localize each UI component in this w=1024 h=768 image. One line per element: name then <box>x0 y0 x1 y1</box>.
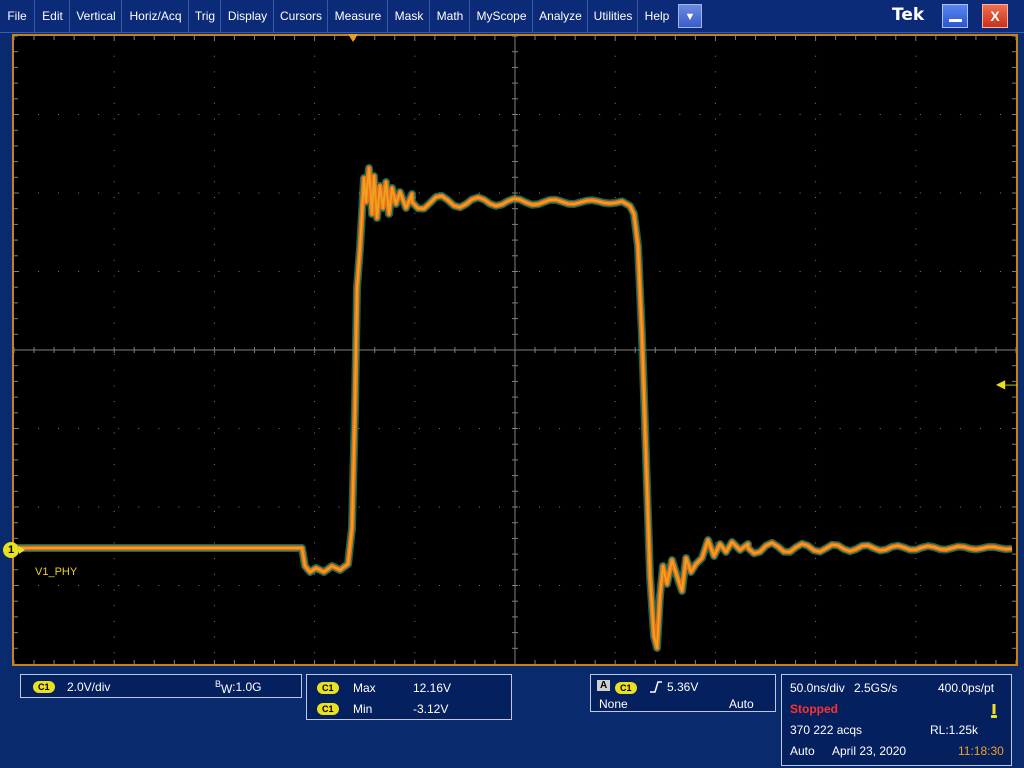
grid <box>14 36 1016 664</box>
menu-edit[interactable]: Edit <box>34 0 70 32</box>
menu-mask[interactable]: Mask <box>387 0 430 32</box>
channel-1-label: V1_PHY <box>35 566 78 578</box>
waveform-display[interactable] <box>12 34 1018 666</box>
menu-utilities[interactable]: Utilities <box>587 0 638 32</box>
menu-math[interactable]: Math <box>429 0 470 32</box>
acquisition-panel[interactable]: 50.0ns/div 2.5GS/s 400.0ps/pt Stopped 37… <box>781 674 1012 766</box>
acquisition-state: Stopped <box>790 702 838 716</box>
menu-cursors[interactable]: Cursors <box>273 0 328 32</box>
chevron-down-icon: ▼ <box>684 11 696 23</box>
menu-file[interactable]: File <box>0 0 34 32</box>
channel-panel[interactable]: C1 2.0V/div BW:1.0G <box>20 674 302 698</box>
rising-edge-icon <box>650 681 662 693</box>
graticule <box>14 36 1016 664</box>
acquisition-count: 370 222 acqs <box>790 723 863 737</box>
timebase: 50.0ns/div <box>790 681 845 695</box>
channel-badge: C1 <box>33 681 55 693</box>
trigger-position-icon[interactable] <box>348 34 358 42</box>
measurement-panel[interactable]: C1 Max 12.16V C1 Min -3.12V <box>306 674 512 720</box>
close-icon: X <box>990 8 1000 24</box>
trigger-mode-auto: Auto <box>790 744 815 758</box>
resolution: 400.0ps/pt <box>938 681 995 695</box>
tek-logo: Tek <box>892 5 925 25</box>
trigger-level: 5.36V <box>667 680 699 694</box>
minimize-icon <box>949 19 962 22</box>
date: April 23, 2020 <box>832 744 907 758</box>
bandwidth-label: BW:1.0G <box>215 679 262 696</box>
menu-horiz-acq[interactable]: Horiz/Acq <box>121 0 189 32</box>
menu-vertical[interactable]: Vertical <box>69 0 122 32</box>
trigger-mode-letter: A <box>597 680 611 691</box>
trigger-mode: Auto <box>729 697 754 711</box>
bandwidth-value: :1.0G <box>232 680 262 694</box>
measurement-max-value: 12.16V <box>413 681 452 695</box>
channel-1-arrow-icon <box>19 546 25 554</box>
minimize-button[interactable] <box>942 4 968 28</box>
menu-analyze[interactable]: Analyze <box>532 0 588 32</box>
bandwidth-sub: W <box>221 682 233 696</box>
menu-measure[interactable]: Measure <box>327 0 388 32</box>
channel-1-marker[interactable]: 1 <box>3 542 19 558</box>
channel-scale: 2.0V/div <box>67 680 111 694</box>
menu-display[interactable]: Display <box>220 0 274 32</box>
menu-bar: File Edit Vertical Horiz/Acq Trig Displa… <box>0 0 1024 33</box>
measurement-min-value: -3.12V <box>413 702 449 716</box>
trigger-panel[interactable]: A C1 5.36V None Auto <box>590 674 776 712</box>
measurement-badge: C1 <box>317 682 339 694</box>
warning-icon <box>991 704 997 718</box>
measurement-min-label: Min <box>353 702 373 716</box>
sample-rate: 2.5GS/s <box>854 681 898 695</box>
menu-dropdown-button[interactable]: ▼ <box>678 4 702 28</box>
menu-trig[interactable]: Trig <box>188 0 221 32</box>
menu-myscope[interactable]: MyScope <box>469 0 533 32</box>
record-length: RL:1.25k <box>930 723 979 737</box>
measurement-badge: C1 <box>317 703 339 715</box>
trigger-badge: C1 <box>615 682 637 694</box>
close-button[interactable]: X <box>982 4 1008 28</box>
trigger-level-icon[interactable]: ◀— <box>996 377 1017 391</box>
measurement-max-label: Max <box>353 681 376 695</box>
menu-help[interactable]: Help <box>637 0 676 32</box>
trigger-coupling: None <box>599 697 628 711</box>
time: 11:18:30 <box>958 744 1004 758</box>
